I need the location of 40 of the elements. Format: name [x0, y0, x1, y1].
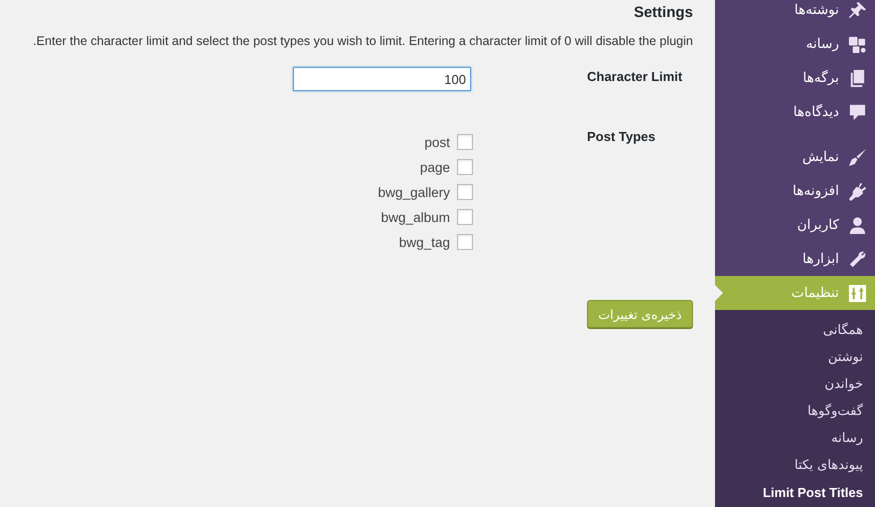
- checkbox[interactable]: [457, 159, 473, 175]
- checkbox-label: bwg_gallery: [378, 184, 450, 200]
- character-limit-field[interactable]: 100: [293, 67, 471, 91]
- description: .Enter the character limit and select the post types you wish to limit. Entering a character limit of 0 will disable the plugin: [32, 34, 693, 48]
- user-icon: [848, 216, 867, 234]
- submenu-item[interactable]: خواندن: [715, 371, 875, 398]
- submenu-item[interactable]: رسانه: [715, 425, 875, 452]
- checkbox-label: post: [424, 134, 450, 150]
- field-label: Character Limit: [587, 68, 684, 86]
- pages-icon: [848, 68, 867, 88]
- checkbox-label: page: [420, 160, 450, 174]
- menu-item[interactable]: دیدگاه‌ها: [715, 95, 875, 129]
- media-icon: [848, 34, 867, 54]
- field-label: Post Types: [587, 129, 656, 146]
- menu-item[interactable]: نوشته‌ها: [715, 0, 875, 27]
- checkbox-label: bwg_tag: [398, 234, 450, 250]
- menu-item[interactable]: نمایش: [715, 140, 875, 174]
- checkbox[interactable]: [457, 234, 473, 250]
- pin-icon: [848, 0, 867, 20]
- menu-item[interactable]: کاربران: [715, 208, 875, 242]
- brush-icon: [848, 148, 867, 166]
- submenu-item[interactable]: نوشتن: [715, 344, 875, 371]
- submenu-item[interactable]: همگانی: [715, 317, 875, 344]
- settings-icon: [848, 284, 867, 302]
- checkbox[interactable]: [457, 184, 473, 200]
- menu-item[interactable]: برگه‌ها: [715, 61, 875, 95]
- checkbox[interactable]: [457, 209, 473, 225]
- menu-item[interactable]: رسانه: [715, 27, 875, 61]
- submenu-item[interactable]: گفت‌وگوها: [715, 398, 875, 425]
- comment-icon: [848, 102, 867, 122]
- checkbox[interactable]: [457, 134, 473, 150]
- submenu-item[interactable]: Limit Post Titles: [715, 479, 875, 506]
- checkbox-label: bwg_album: [380, 210, 450, 224]
- pointer-icon: [715, 285, 723, 301]
- menu-item[interactable]: افزونه‌ها: [715, 174, 875, 208]
- page-title: Settings: [634, 4, 693, 21]
- plug-icon: [848, 182, 867, 200]
- wrench-icon: [848, 250, 867, 268]
- submenu-item[interactable]: پیوندهای یکتا: [715, 452, 875, 479]
- menu-item[interactable]: ابزارها: [715, 242, 875, 276]
